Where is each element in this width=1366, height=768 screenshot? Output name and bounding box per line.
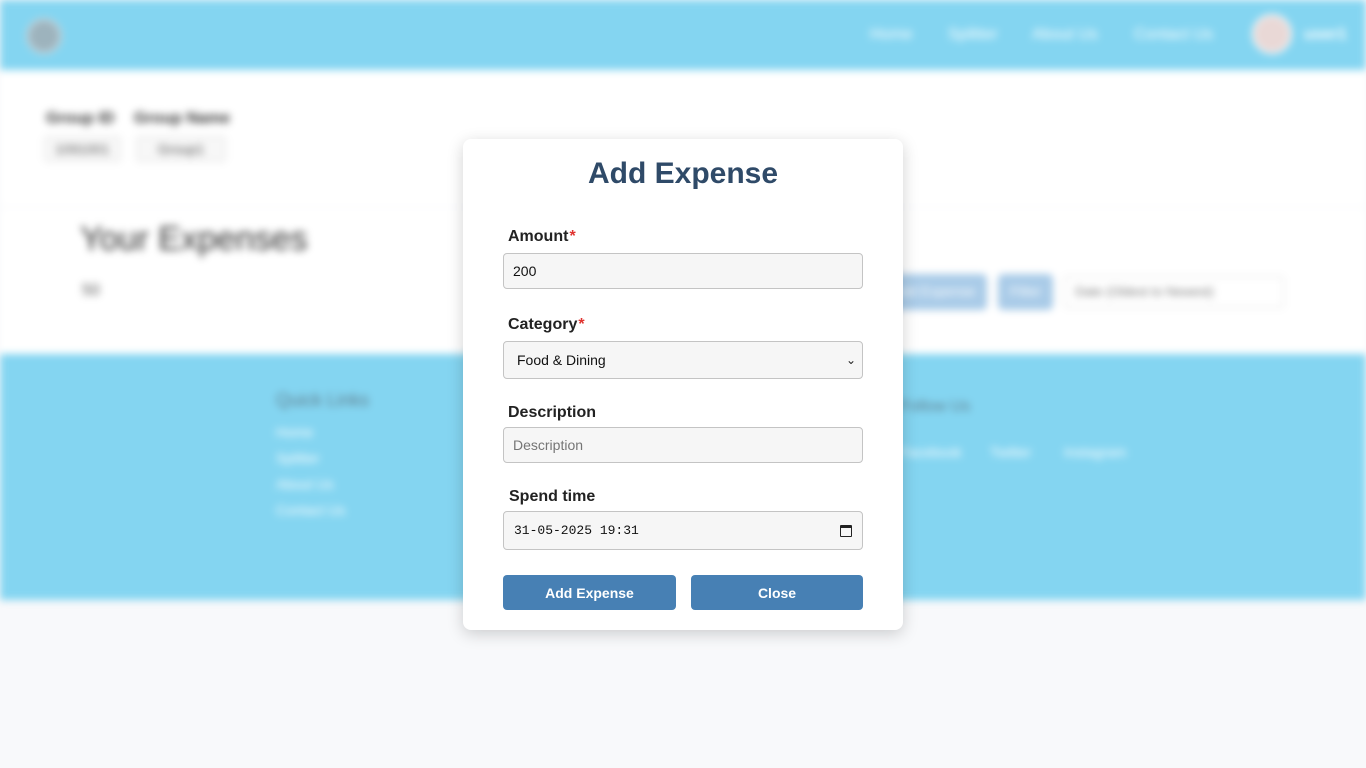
amount-label: Amount* <box>508 228 576 246</box>
footer-link-about[interactable]: About Us <box>276 476 334 492</box>
nav-link-contact[interactable]: Contact Us <box>1134 26 1213 44</box>
group-id-header: Group ID <box>46 110 115 127</box>
expenses-title: Your Expenses <box>80 220 308 258</box>
expenses-total: 50 <box>82 282 100 299</box>
calendar-icon[interactable] <box>840 524 852 537</box>
spend-time-input[interactable]: 31-05-2025 19:31 <box>503 511 863 550</box>
category-label: Category* <box>508 316 585 334</box>
footer-quick-links-title: Quick Links <box>276 390 370 410</box>
spend-time-label: Spend time <box>509 488 596 505</box>
group-name-header: Group Name <box>134 110 231 127</box>
modal-title: Add Expense <box>587 157 779 190</box>
footer-social-facebook[interactable]: Facebook <box>900 444 961 460</box>
category-required-mark: * <box>578 316 585 333</box>
category-label-text: Category <box>508 316 578 333</box>
description-input[interactable]: Description <box>503 427 863 463</box>
amount-label-text: Amount <box>508 228 569 245</box>
navbar: Home Splitter About Us Contact Us user1 <box>0 0 1366 70</box>
amount-value: 200 <box>513 263 537 279</box>
category-select[interactable]: Food & Dining ⌄ <box>503 341 863 379</box>
sort-select[interactable]: Date (Oldest to Newest) <box>1064 276 1284 308</box>
add-expense-button[interactable]: Add Expense <box>503 575 676 610</box>
close-button[interactable]: Close <box>691 575 863 610</box>
footer-social-instagram[interactable]: Instagram <box>1064 444 1126 460</box>
spend-time-value: 31-05-2025 19:31 <box>514 523 639 538</box>
bg-filter-button[interactable]: Filter <box>998 274 1054 310</box>
app-logo[interactable] <box>26 18 62 54</box>
amount-input[interactable]: 200 <box>503 253 863 289</box>
nav-link-home[interactable]: Home <box>870 26 913 44</box>
footer-social-twitter[interactable]: Twitter <box>990 444 1031 460</box>
group-name-value: Group1 <box>136 136 226 162</box>
category-selected-value: Food & Dining <box>517 352 606 368</box>
group-id-value: 1091001 <box>44 136 121 162</box>
chevron-down-icon: ⌄ <box>845 353 856 367</box>
description-placeholder: Description <box>513 437 584 453</box>
footer-link-contact[interactable]: Contact Us <box>276 502 345 518</box>
description-label: Description <box>508 404 597 421</box>
avatar[interactable] <box>1252 14 1292 54</box>
nav-link-about[interactable]: About Us <box>1032 26 1098 44</box>
footer-follow-title: Follow Us <box>900 398 971 415</box>
add-expense-modal: Add Expense Amount* 200 Category* Food &… <box>463 139 903 630</box>
nav-username[interactable]: user1 <box>1304 26 1347 44</box>
nav-link-splitter[interactable]: Splitter <box>948 26 998 44</box>
amount-required-mark: * <box>569 228 576 245</box>
footer-link-splitter[interactable]: Splitter <box>276 450 320 466</box>
footer-link-home[interactable]: Home <box>276 424 313 440</box>
